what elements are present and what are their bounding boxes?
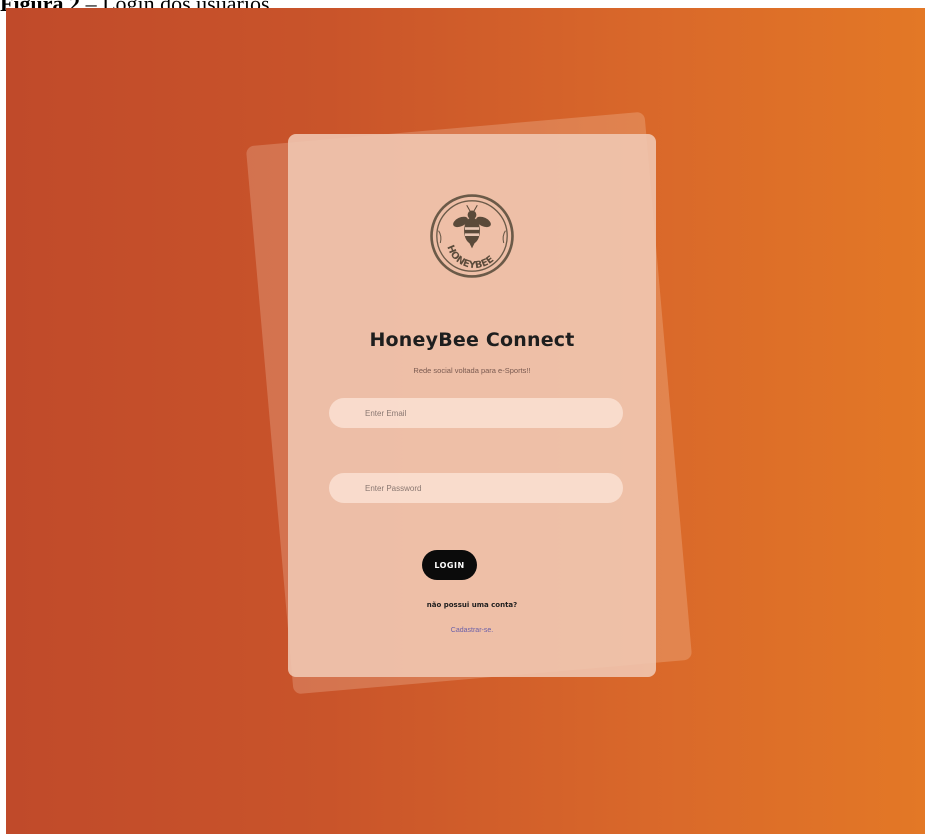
honeybee-logo-icon: HONEYBEE xyxy=(430,194,514,278)
password-input[interactable] xyxy=(329,473,623,503)
login-card: HONEYBEE HoneyBee Connect Rede social vo… xyxy=(288,134,656,677)
register-link[interactable]: Cadastrar-se. xyxy=(288,627,656,634)
login-button[interactable]: LOGIN xyxy=(422,550,477,580)
app-title: HoneyBee Connect xyxy=(369,329,575,351)
no-account-text: não possui uma conta? xyxy=(426,601,518,609)
app-subtitle: Rede social voltada para e-Sports!! xyxy=(413,366,531,375)
email-input[interactable] xyxy=(329,398,623,428)
login-screen: HONEYBEE HoneyBee Connect Rede social vo… xyxy=(6,8,925,834)
svg-text:HONEYBEE: HONEYBEE xyxy=(444,244,496,272)
